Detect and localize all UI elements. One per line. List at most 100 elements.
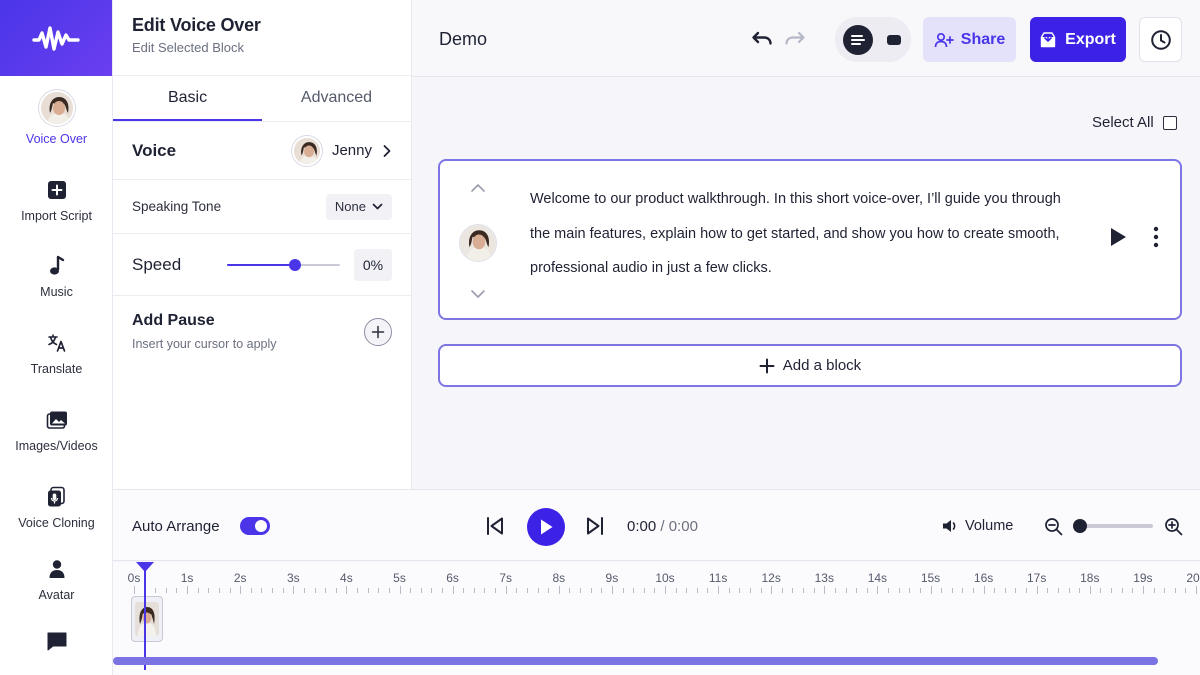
timeline-tick-label: 5s xyxy=(393,571,406,585)
export-button[interactable]: Export xyxy=(1030,17,1126,62)
undo-button[interactable] xyxy=(750,27,774,51)
timeline-tick xyxy=(516,588,518,593)
voice-selector[interactable]: Jenny xyxy=(291,135,392,166)
app-logo[interactable] xyxy=(0,0,112,76)
timeline-tick xyxy=(580,588,582,593)
sidebar-item-import-script[interactable]: Import Script xyxy=(0,177,113,223)
playhead-handle[interactable] xyxy=(136,562,154,572)
timeline-tick-label: 13s xyxy=(814,571,834,585)
timeline-tick xyxy=(877,586,879,594)
block-play-button[interactable] xyxy=(1108,226,1128,248)
sidebar-item-label: Voice Cloning xyxy=(18,516,95,530)
timeline-tick xyxy=(357,588,359,593)
list-view-option[interactable] xyxy=(843,24,873,55)
timeline-tick-label: 18s xyxy=(1080,571,1100,585)
waveform-logo-icon xyxy=(32,26,80,51)
sidebar-item-label: Images/Videos xyxy=(15,439,98,453)
block-script-text[interactable]: Welcome to our product walkthrough. In t… xyxy=(530,182,1070,286)
sidebar-item-label: Music xyxy=(40,285,73,299)
timeline-tick xyxy=(1111,588,1113,593)
volume-button[interactable]: Volume xyxy=(941,518,1013,534)
timeline-tick xyxy=(834,588,836,593)
timeline-tick xyxy=(388,588,390,593)
speed-slider-handle[interactable] xyxy=(289,258,302,271)
speaking-tone-select[interactable]: None xyxy=(325,193,392,220)
music-note-icon xyxy=(48,253,66,279)
person-icon xyxy=(48,556,66,582)
volume-label: Volume xyxy=(965,518,1014,534)
timeline-clip[interactable] xyxy=(131,596,163,642)
project-title[interactable]: Demo xyxy=(439,29,487,50)
zoom-slider[interactable] xyxy=(1073,519,1153,533)
zoom-in-button[interactable] xyxy=(1163,516,1183,536)
sidebar-item-voice-cloning[interactable]: Voice Cloning xyxy=(0,484,113,530)
panel-header: Edit Voice Over Edit Selected Block xyxy=(113,0,411,76)
playback-bar: Auto Arrange 0:00 / 0:00 Volume xyxy=(113,489,1200,561)
zoom-slider-handle[interactable] xyxy=(1073,519,1087,533)
image-icon xyxy=(46,407,68,433)
timeline-tick xyxy=(1100,588,1102,593)
block-voice-avatar[interactable] xyxy=(459,224,497,262)
undo-icon xyxy=(752,31,772,45)
add-pause-button[interactable] xyxy=(364,318,392,346)
history-button[interactable] xyxy=(1139,17,1182,62)
timeline-tick xyxy=(420,588,422,593)
block-more-button[interactable] xyxy=(1153,226,1159,248)
timeline-tick xyxy=(1185,588,1187,593)
move-block-down-button[interactable] xyxy=(470,289,486,299)
tab-basic[interactable]: Basic xyxy=(113,76,262,121)
share-users-icon xyxy=(934,32,954,47)
sidebar-item-chat[interactable] xyxy=(0,628,113,654)
sidebar-item-voice-over[interactable]: Voice Over xyxy=(0,90,113,146)
auto-arrange-label: Auto Arrange xyxy=(132,518,220,535)
voice-row: Voice Jenny xyxy=(113,122,411,180)
top-bar: Demo Share Export xyxy=(412,0,1200,77)
timeline-tick xyxy=(346,586,348,594)
speaking-tone-value: None xyxy=(334,199,366,214)
timeline-tick xyxy=(441,588,443,593)
timeline-tick xyxy=(569,588,571,593)
timeline[interactable]: 0s 1s 2s 3s 4s 5s 6s 7s 8s 9s 10s 11s 12s 13s 14s 15s 16… xyxy=(113,562,1200,675)
sidebar-item-translate[interactable]: Translate xyxy=(0,330,113,376)
timeline-tick xyxy=(1174,588,1176,593)
main-play-button[interactable] xyxy=(527,508,565,546)
zoom-out-button[interactable] xyxy=(1043,516,1063,536)
timeline-tick xyxy=(792,588,794,593)
timeline-tick xyxy=(909,588,911,593)
timeline-tick xyxy=(293,586,295,594)
speed-slider[interactable] xyxy=(227,258,340,272)
skip-back-button[interactable] xyxy=(484,515,506,537)
timeline-tick xyxy=(665,586,666,594)
sidebar-item-images-videos[interactable]: Images/Videos xyxy=(0,407,113,453)
select-all-checkbox[interactable] xyxy=(1162,115,1177,130)
timeline-tick xyxy=(1089,586,1091,594)
share-button[interactable]: Share xyxy=(923,17,1016,62)
timeline-tick-label: 14s xyxy=(867,571,888,585)
sidebar-item-music[interactable]: Music xyxy=(0,253,113,299)
timeline-tick xyxy=(601,588,603,593)
speed-value[interactable]: 0% xyxy=(353,248,392,281)
redo-button[interactable] xyxy=(783,27,807,51)
timeline-tick xyxy=(1196,586,1197,594)
skip-forward-button[interactable] xyxy=(584,515,606,537)
timeline-tick xyxy=(1057,588,1059,593)
sidebar-item-avatar[interactable]: Avatar xyxy=(0,556,113,602)
add-block-button[interactable]: Add a block xyxy=(438,344,1182,387)
auto-arrange-toggle[interactable] xyxy=(240,517,270,535)
voice-block[interactable]: Welcome to our product walkthrough. In t… xyxy=(438,159,1182,320)
move-block-up-button[interactable] xyxy=(470,183,486,193)
timeline-tick xyxy=(250,588,252,593)
skip-forward-icon xyxy=(587,517,603,535)
sidebar-item-label: Avatar xyxy=(38,588,75,602)
timeline-scrollbar[interactable] xyxy=(113,657,1158,665)
select-all-control[interactable]: Select All xyxy=(1092,114,1177,131)
timeline-tick-label: 3s xyxy=(286,571,300,585)
timeline-tick xyxy=(1004,588,1006,593)
timeline-tick xyxy=(187,586,189,594)
tab-advanced[interactable]: Advanced xyxy=(262,76,411,121)
timeline-tick xyxy=(845,588,847,593)
block-view-option[interactable] xyxy=(879,25,909,55)
timeline-tick-label: 0s xyxy=(127,571,141,585)
voice-over-avatar xyxy=(38,90,75,126)
playhead-line xyxy=(144,570,146,670)
